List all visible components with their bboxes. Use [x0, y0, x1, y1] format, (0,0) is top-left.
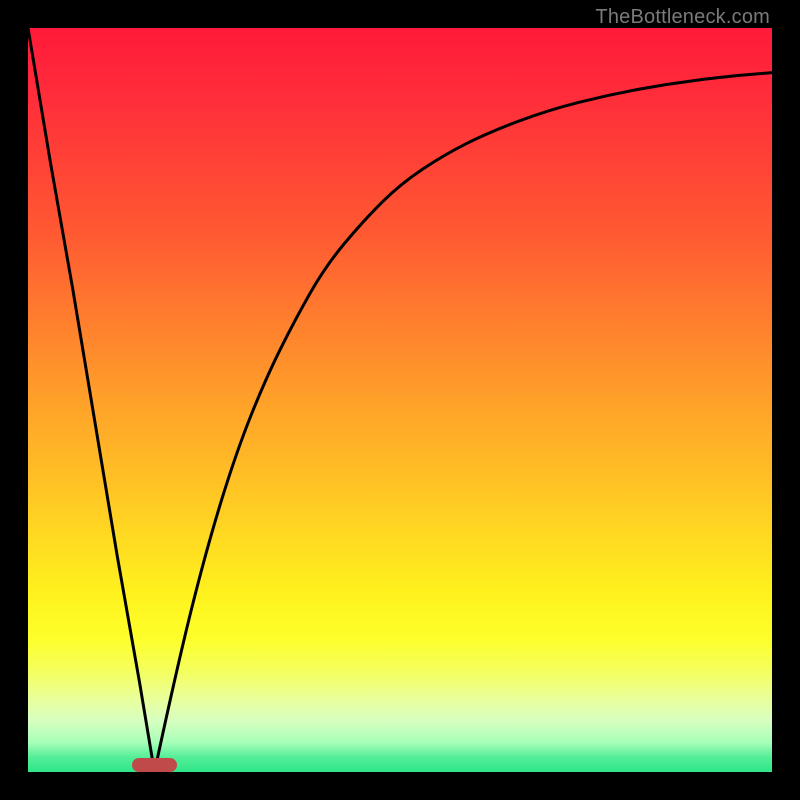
- left-branch-curve: [28, 28, 154, 772]
- curve-layer: [28, 28, 772, 772]
- chart-frame: TheBottleneck.com: [0, 0, 800, 800]
- right-branch-curve: [154, 73, 772, 772]
- watermark-text: TheBottleneck.com: [595, 6, 770, 29]
- bottleneck-marker: [132, 758, 177, 772]
- plot-area: [28, 28, 772, 772]
